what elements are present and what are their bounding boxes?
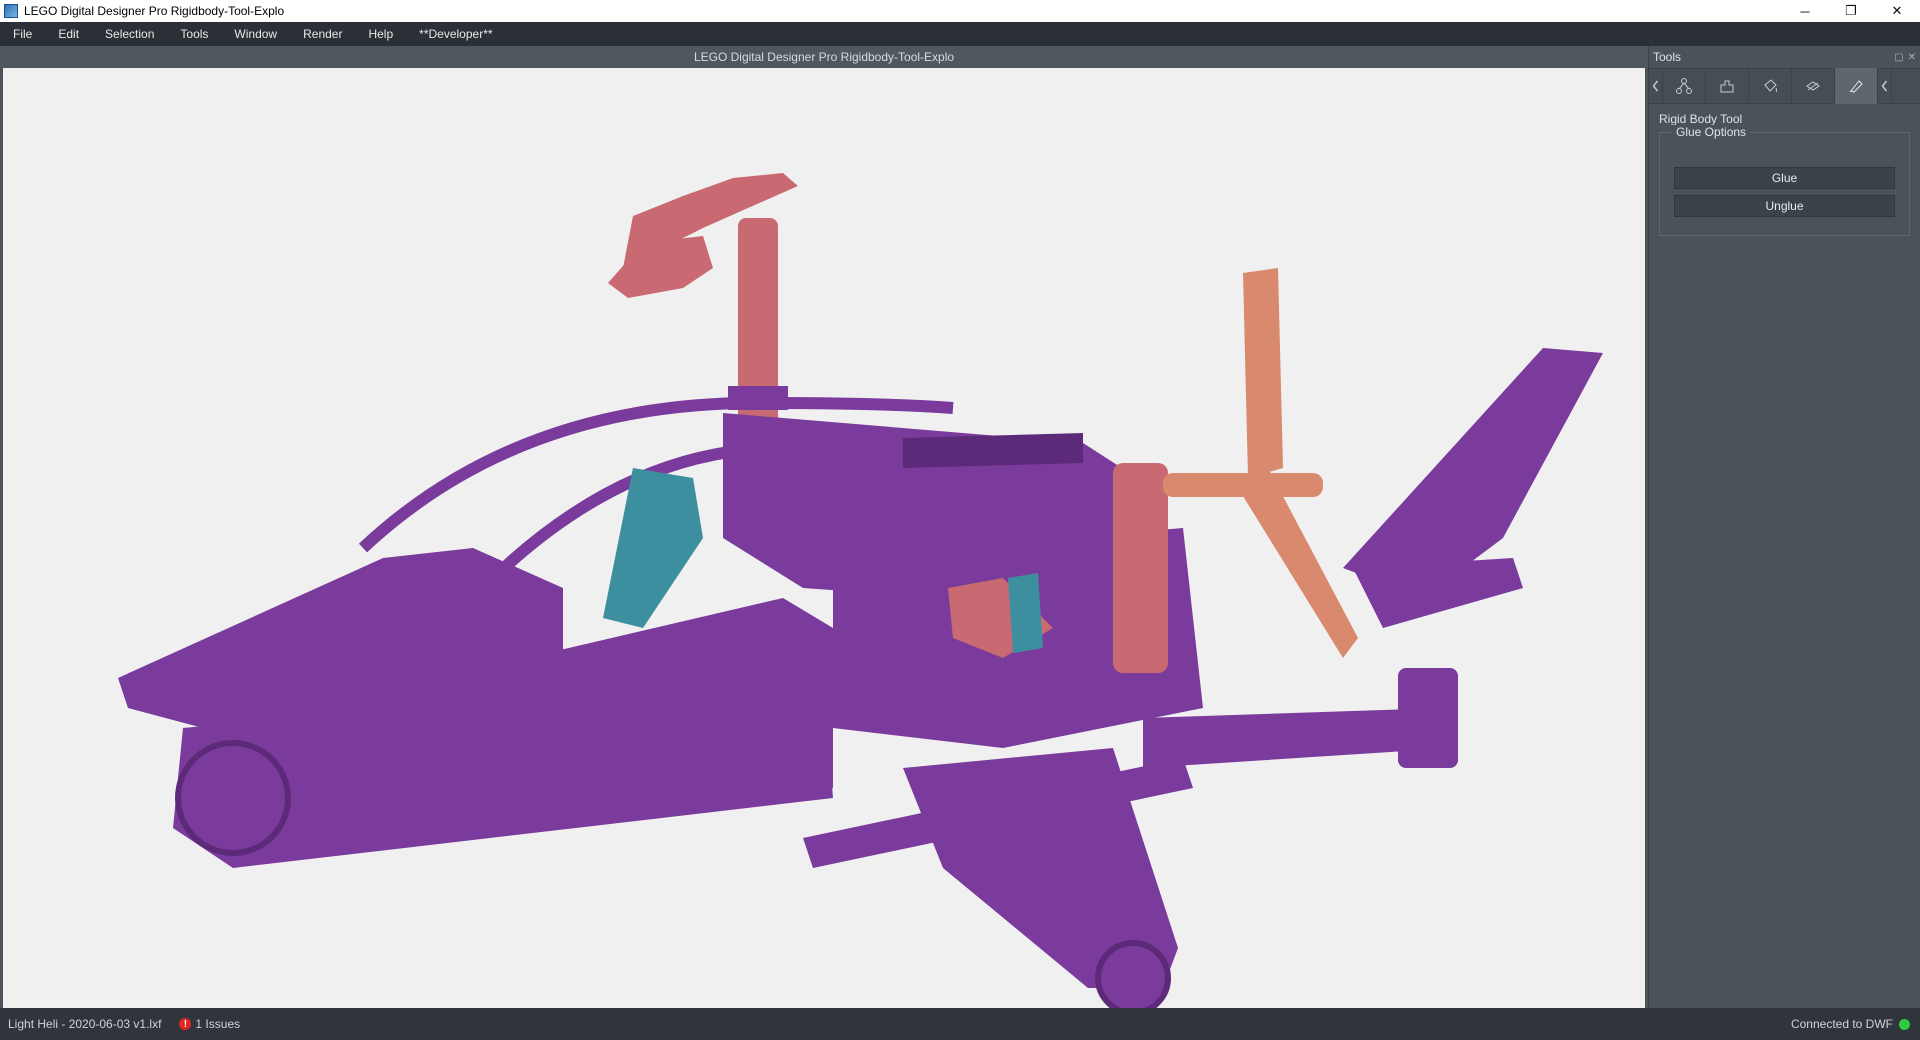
menu-selection[interactable]: Selection (92, 22, 167, 46)
menu-window[interactable]: Window (221, 22, 290, 46)
connection-indicator-icon (1899, 1018, 1910, 1030)
tab-flex-tool[interactable] (1706, 68, 1749, 104)
restore-button[interactable]: ❐ (1828, 0, 1874, 22)
body-top-studs[interactable] (903, 433, 1083, 468)
tail-wheel-strut[interactable] (1398, 668, 1458, 768)
tools-tabs (1649, 68, 1920, 104)
tools-header-icons: ▢ ✕ (1894, 52, 1916, 63)
rigid-body-tool-title: Rigid Body Tool (1659, 112, 1743, 126)
lower-wheel[interactable] (1095, 940, 1171, 1008)
status-bar: Light Heli - 2020-06-03 v1.lxf ! 1 Issue… (0, 1008, 1920, 1040)
title-bar: LEGO Digital Designer Pro Rigidbody-Tool… (0, 0, 1920, 22)
panel-close-icon[interactable]: ✕ (1908, 52, 1916, 63)
tab-paint-tool[interactable] (1749, 68, 1792, 104)
glue-button[interactable]: Glue (1674, 167, 1895, 189)
salmon-gear[interactable] (1113, 463, 1168, 673)
tab-scroll-left[interactable] (1649, 68, 1663, 104)
connection-tool-icon (1676, 78, 1692, 94)
tail-propeller-blade-up[interactable] (1243, 268, 1283, 478)
3d-viewport[interactable] (3, 68, 1645, 1008)
app-icon (4, 4, 18, 18)
menu-edit[interactable]: Edit (45, 22, 92, 46)
tools-header: Tools ▢ ✕ (1649, 46, 1920, 68)
viewport-title: LEGO Digital Designer Pro Rigidbody-Tool… (693, 50, 955, 64)
tools-panel-title: Tools (1653, 50, 1682, 64)
teal-clip[interactable] (1008, 573, 1043, 653)
paint-tool-icon (1764, 79, 1777, 93)
menu-bar: File Edit Selection Tools Window Render … (0, 22, 1920, 46)
issues-count: 1 Issues (195, 1017, 241, 1031)
connection-status: Connected to DWF (1791, 1017, 1910, 1031)
window-title: LEGO Digital Designer Pro Rigidbody-Tool… (24, 4, 285, 18)
menu-file[interactable]: File (0, 22, 45, 46)
rigid-body-tool-icon (1849, 80, 1863, 93)
tail-fin-lower[interactable] (1353, 558, 1523, 628)
minimize-button[interactable]: ─ (1782, 0, 1828, 22)
window-controls: ─ ❐ ✕ (1782, 0, 1920, 22)
menu-help[interactable]: Help (355, 22, 406, 46)
flex-tool-icon (1720, 80, 1734, 93)
rotor-blade-left[interactable] (608, 236, 713, 298)
menu-developer[interactable]: **Developer** (406, 22, 505, 46)
viewport-header: LEGO Digital Designer Pro Rigidbody-Tool… (0, 46, 1648, 68)
glue-options-group: Glue Options Glue Unglue (1659, 125, 1910, 236)
glue-options-label: Glue Options (1672, 125, 1751, 139)
hide-tool-icon (1806, 81, 1820, 91)
undock-icon[interactable]: ▢ (1894, 52, 1903, 63)
tab-scroll-right[interactable] (1878, 68, 1892, 104)
tab-hide-tool[interactable] (1792, 68, 1835, 104)
helicopter-model[interactable] (3, 68, 1645, 1008)
rigid-body-panel: Rigid Body Tool Glue Options Glue Unglue (1649, 104, 1920, 244)
menu-tools[interactable]: Tools (167, 22, 221, 46)
tools-panel: Tools ▢ ✕ Rigid Body Tool Glue Options G… (1648, 46, 1920, 1008)
error-icon: ! (179, 1018, 192, 1030)
connection-label: Connected to DWF (1790, 1017, 1893, 1031)
close-button[interactable]: ✕ (1874, 0, 1920, 22)
front-wheel[interactable] (175, 740, 291, 856)
tab-connection-tool[interactable] (1663, 68, 1706, 104)
unglue-button[interactable]: Unglue (1674, 195, 1895, 217)
file-name: Light Heli - 2020-06-03 v1.lxf (8, 1017, 162, 1031)
tail-propeller-axle[interactable] (1163, 473, 1323, 497)
menu-render[interactable]: Render (290, 22, 355, 46)
issues-indicator[interactable]: ! 1 Issues (179, 1017, 240, 1031)
tab-rigid-body-tool[interactable] (1835, 68, 1878, 104)
